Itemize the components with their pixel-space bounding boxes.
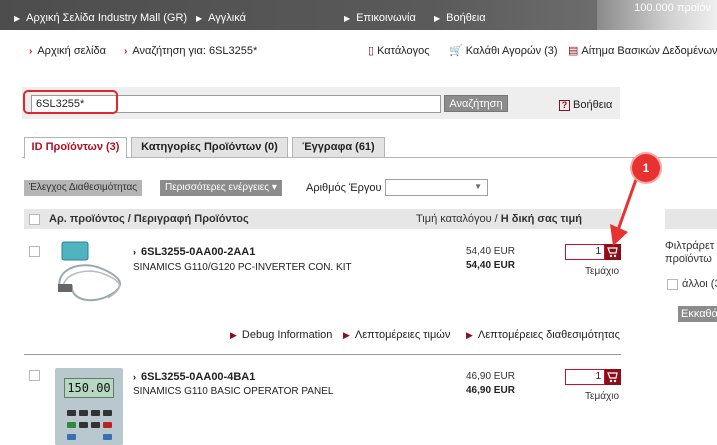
triangle-right-icon: ▶	[14, 14, 21, 23]
triangle-right-icon: ▶	[196, 14, 203, 23]
document-icon: ▤	[568, 45, 579, 57]
debug-information-link[interactable]: ▶ Debug Information	[230, 329, 332, 341]
panel-key	[91, 410, 100, 416]
triangle-right-icon: ▶	[343, 330, 350, 340]
filter-panel-header	[665, 209, 717, 229]
filter-other-checkbox[interactable]	[667, 279, 678, 290]
product-checkbox[interactable]	[29, 246, 40, 257]
triangle-right-icon: ▶	[344, 14, 351, 23]
product-number-link[interactable]: › 6SL3255-0AA00-4BA1	[133, 371, 255, 383]
product-image-operator-panel: 150.00	[55, 368, 123, 445]
search-button[interactable]: Αναζήτηση	[444, 95, 508, 112]
triangle-right-icon: ▶	[434, 14, 441, 23]
quantity-input[interactable]: 1	[565, 369, 605, 385]
triangle-right-icon: ›	[133, 372, 136, 382]
master-data-request-link[interactable]: ▤ Αίτημα Βασικών Δεδομένων	[568, 44, 717, 57]
cart-link[interactable]: 🛒 Καλάθι Αγορών (3)	[449, 44, 558, 57]
tab-product-categories[interactable]: Κατηγορίες Προϊόντων (0)	[131, 137, 288, 158]
dropdown-arrow-icon: ▾	[271, 182, 277, 193]
list-price: 54,40 EUR	[466, 246, 515, 257]
product-number-link[interactable]: › 6SL3255-0AA00-2AA1	[133, 246, 255, 258]
clear-filter-button[interactable]: Εκκαθά	[678, 306, 717, 322]
panel-key	[67, 434, 76, 440]
search-highlight-annotation	[23, 90, 118, 114]
product-checkbox[interactable]	[29, 370, 40, 381]
panel-key	[91, 422, 100, 428]
panel-key	[103, 410, 112, 416]
cart-icon: 🛒	[449, 45, 463, 57]
row-separator	[24, 354, 621, 355]
panel-key	[67, 422, 76, 428]
cart-add-icon	[607, 372, 618, 383]
nav-contact-link[interactable]: ▶ Επικοινωνία	[344, 12, 416, 24]
tab-product-ids[interactable]: ID Προϊόντων (3)	[24, 137, 127, 159]
filter-other-label: άλλοι (3	[682, 278, 717, 290]
catalog-link[interactable]: ▯ Κατάλογος	[368, 44, 430, 57]
availability-details-link[interactable]: ▶ Λεπτομέρειες διαθεσιμότητας	[466, 329, 620, 341]
help-icon: ?	[559, 100, 570, 111]
add-to-cart-button[interactable]	[605, 369, 621, 385]
triangle-right-icon: ›	[133, 247, 136, 257]
annotation-arrow	[610, 173, 640, 246]
nav-english-link[interactable]: ▶ Αγγλικά	[196, 12, 246, 24]
price-details-link[interactable]: ▶ Λεπτομέρειες τιμών	[343, 329, 450, 341]
panel-display: 150.00	[64, 378, 114, 398]
breadcrumb-home[interactable]: › Αρχική σελίδα	[29, 45, 106, 57]
panel-key	[67, 410, 76, 416]
panel-key	[103, 434, 112, 440]
product-image-cable-kit	[58, 241, 121, 302]
unit-label: Τεμάχιο	[585, 266, 620, 277]
search-help-link[interactable]: ? Βοήθεια	[559, 99, 612, 111]
triangle-right-icon: ▶	[466, 330, 473, 340]
top-nav-bar: ▶ Αρχική Σελίδα Industry Mall (GR) ▶ Αγγλι…	[0, 0, 717, 30]
breadcrumb-search: › Αναζήτηση για: 6SL3255*	[124, 45, 258, 57]
list-price: 46,90 EUR	[466, 371, 515, 382]
chevron-down-icon: ▼	[474, 182, 482, 191]
product-description: SINAMICS G110/G120 PC-INVERTER CON. KIT	[133, 262, 352, 273]
filter-text: προϊόντω	[665, 253, 712, 265]
chevron-right-icon: ›	[124, 46, 128, 57]
promo-text: 100.000 προϊόν	[634, 2, 711, 14]
panel-key	[79, 410, 88, 416]
quantity-input[interactable]: 1	[565, 244, 605, 260]
panel-key	[79, 422, 88, 428]
your-price: 54,40 EUR	[466, 260, 515, 271]
check-availability-button[interactable]: Έλεγχος Διαθεσιμότητας	[24, 180, 143, 196]
select-all-checkbox[interactable]	[29, 214, 40, 225]
col-price-header: Τιμή καταλόγου / Η δική σας τιμή	[416, 213, 582, 225]
product-description: SINAMICS G110 BASIC OPERATOR PANEL	[133, 386, 334, 397]
more-actions-dropdown[interactable]: Περισσότερες ενέργειες ▾	[160, 180, 282, 196]
nav-help-link[interactable]: ▶ Βοήθεια	[434, 12, 486, 24]
book-icon: ▯	[368, 45, 375, 57]
triangle-right-icon: ▶	[230, 330, 237, 340]
chevron-right-icon: ›	[29, 46, 33, 57]
tab-documents[interactable]: Έγγραφα (61)	[292, 137, 385, 158]
annotation-badge: 1	[632, 154, 660, 182]
project-number-label: Αριθμός Έργου	[306, 182, 382, 194]
panel-key	[103, 422, 112, 428]
project-number-select[interactable]: ▼	[385, 179, 488, 196]
col-product-header: Αρ. προϊόντος / Περιγραφή Προϊόντος	[49, 213, 249, 225]
unit-label: Τεμάχιο	[585, 391, 620, 402]
nav-home-link[interactable]: ▶ Αρχική Σελίδα Industry Mall (GR)	[14, 12, 187, 24]
filter-text: Φιλτράρετ	[665, 240, 715, 252]
your-price: 46,90 EUR	[466, 385, 515, 396]
